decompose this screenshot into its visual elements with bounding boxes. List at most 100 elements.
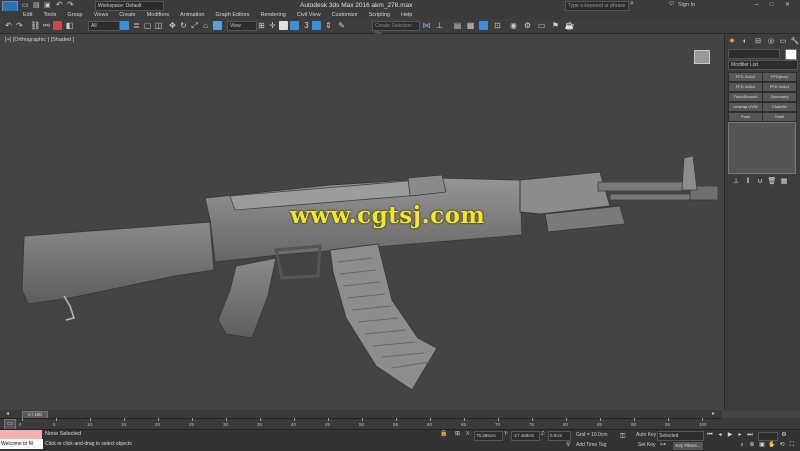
zoom-icon[interactable]: ⌕ (738, 441, 746, 449)
key-mode-dropdown[interactable]: Selected (657, 431, 704, 441)
redo-icon[interactable]: ↷ (14, 20, 25, 31)
new-file-icon[interactable]: ▭ (22, 1, 29, 9)
select-manipulate-icon[interactable]: ✛ (267, 20, 278, 31)
menu-modifiers[interactable]: Modifiers (141, 11, 174, 19)
next-frame-button-icon[interactable]: ▸ (736, 431, 744, 439)
placement-icon[interactable] (213, 21, 222, 30)
modifier-button-ffd-2x2x2[interactable]: FFD 2x2x2 (728, 72, 763, 82)
selection-filter-dropdown[interactable]: All (88, 21, 120, 31)
previous-frame-icon[interactable]: ◂ (716, 431, 724, 439)
undo-icon[interactable]: ↶ (3, 20, 14, 31)
layer-manager-icon[interactable]: ▤ (452, 20, 463, 31)
menu-help[interactable]: Help (395, 11, 417, 19)
maximize-viewport-icon[interactable]: ⛶ (788, 441, 796, 449)
search-input[interactable]: Type a keyword or phrase (565, 1, 629, 11)
window-crossing-icon[interactable]: ◫ (153, 20, 164, 31)
named-selection-dropdown[interactable]: Create Selection Se (372, 21, 420, 37)
create-tab-icon[interactable]: ✹ (727, 37, 737, 46)
menu-customize[interactable]: Customize (326, 11, 363, 19)
graphite-toolbar-icon[interactable]: ▦ (465, 20, 476, 31)
maxscript-listener-output[interactable]: Welcome to M (0, 439, 43, 449)
render-setup-icon[interactable]: ⚙ (522, 20, 533, 31)
snap-toggle-icon[interactable] (290, 21, 299, 30)
pivot-center-icon[interactable]: ⊞ (256, 20, 267, 31)
object-name-field[interactable] (728, 49, 780, 59)
move-icon[interactable]: ✥ (167, 20, 178, 31)
render-production-icon[interactable]: ⚑ (550, 20, 561, 31)
redo-icon[interactable]: ↷ (67, 0, 74, 9)
zoom-all-icon[interactable]: ⊕ (748, 441, 756, 449)
hierarchy-tab-icon[interactable]: ⊟ (753, 37, 763, 46)
modifier-button-ffd-3x3x3[interactable]: FFD 3x3x3 (728, 82, 763, 92)
modify-tab-icon[interactable]: ◐ (740, 37, 750, 46)
pan-view-icon[interactable]: ✋ (768, 441, 776, 449)
y-coord-field[interactable]: -17.469cm (511, 431, 540, 441)
current-frame-field[interactable] (758, 432, 778, 441)
undo-icon[interactable]: ↶ (56, 0, 63, 9)
modifier-button-push[interactable]: Push (728, 112, 763, 122)
modifier-button-chamfer[interactable]: Chamfer (762, 102, 797, 112)
time-slider[interactable] (0, 410, 722, 418)
menu-edit[interactable]: Edit (0, 11, 38, 19)
menu-graph-editors[interactable]: Graph Editors (210, 11, 255, 19)
menu-rendering[interactable]: Rendering (255, 11, 291, 19)
minimize-button[interactable]: – (752, 1, 761, 9)
modifier-button-unwrap-uvw[interactable]: Unwrap UVW (728, 102, 763, 112)
make-unique-icon[interactable]: ∪ (755, 178, 765, 186)
edit-named-selection-icon[interactable]: ✎ (336, 20, 347, 31)
modifier-button-symmetry[interactable]: Symmetry (762, 92, 797, 102)
go-to-end-icon[interactable]: ⏭ (746, 431, 754, 439)
select-link-icon[interactable]: ⛓ (30, 20, 41, 31)
time-tag-icon[interactable]: ⚲ (566, 441, 570, 448)
curve-editor-icon[interactable] (479, 21, 488, 30)
unlink-icon[interactable]: ⚯ (41, 20, 52, 31)
render-iterative-icon[interactable]: ☕ (564, 20, 575, 31)
display-tab-icon[interactable]: ▭ (778, 37, 788, 46)
align-icon[interactable]: ⊥ (434, 20, 445, 31)
menu-animation[interactable]: Animation (175, 11, 210, 19)
add-time-tag-button[interactable]: Add Time Tag (576, 442, 606, 448)
key-filter-icon[interactable]: ⊶ (660, 441, 666, 448)
modifier-button-shell[interactable]: Shell (762, 112, 797, 122)
close-button[interactable]: ✕ (783, 1, 792, 9)
menu-tools[interactable]: Tools (38, 11, 62, 19)
object-color-swatch[interactable] (785, 49, 797, 60)
remove-modifier-icon[interactable]: 🗑 (767, 178, 777, 186)
rendered-frame-window-icon[interactable]: ▭ (536, 20, 547, 31)
utilities-tab-icon[interactable]: 🔧 (790, 37, 800, 46)
prev-frame-icon[interactable]: ◂ (6, 410, 9, 417)
reference-coordinate-dropdown[interactable]: View (227, 21, 257, 31)
percent-snap-icon[interactable] (312, 21, 321, 30)
layer-icon[interactable]: ◧ (64, 20, 75, 31)
modifier-list-dropdown[interactable]: Modifier List (728, 60, 798, 70)
set-key-button[interactable]: Set Key (638, 442, 656, 448)
auto-key-button[interactable]: Auto Key (636, 432, 656, 438)
modifier-button-ffd-4x4x4[interactable]: FFD 4x4x4 (762, 82, 797, 92)
selection-region-icon[interactable]: ▢ (142, 20, 153, 31)
pin-stack-icon[interactable]: ⊥ (731, 178, 741, 186)
sign-in-link[interactable]: Sign In (678, 1, 695, 10)
bind-space-warp-icon[interactable] (53, 21, 62, 30)
x-coord-field[interactable]: 75.365cm (474, 431, 503, 441)
modifier-button-turbosmooth[interactable]: TurboSmooth (728, 92, 763, 102)
menu-scripting[interactable]: Scripting (363, 11, 395, 19)
maxscript-mini-listener[interactable] (0, 430, 42, 439)
rotate-icon[interactable]: ↻ (178, 20, 189, 31)
search-icon[interactable]: ⌕ (630, 0, 634, 8)
keyboard-shortcut-override-icon[interactable] (279, 21, 288, 30)
set-key-icon[interactable]: ⚿ (620, 433, 632, 441)
motion-tab-icon[interactable]: ◎ (766, 37, 776, 46)
zoom-extents-icon[interactable]: ▣ (758, 441, 766, 449)
maximize-button[interactable]: □ (767, 1, 776, 9)
menu-group[interactable]: Group (62, 11, 88, 19)
modifier-button-ffd-box[interactable]: FFD(box) (762, 72, 797, 82)
z-coord-field[interactable]: 0.0cm (548, 431, 571, 441)
lock-selection-icon[interactable]: 🔒 (440, 430, 447, 437)
go-to-start-icon[interactable]: ⏮ (706, 431, 714, 439)
select-object-icon[interactable] (120, 21, 129, 30)
select-by-name-icon[interactable]: ≣ (131, 20, 142, 31)
spinner-snap-icon[interactable]: ⇕ (323, 20, 334, 31)
time-configuration-icon[interactable]: ⚙ (780, 431, 788, 439)
schematic-view-icon[interactable]: ⊡ (492, 20, 503, 31)
menu-views[interactable]: Views (88, 11, 114, 19)
